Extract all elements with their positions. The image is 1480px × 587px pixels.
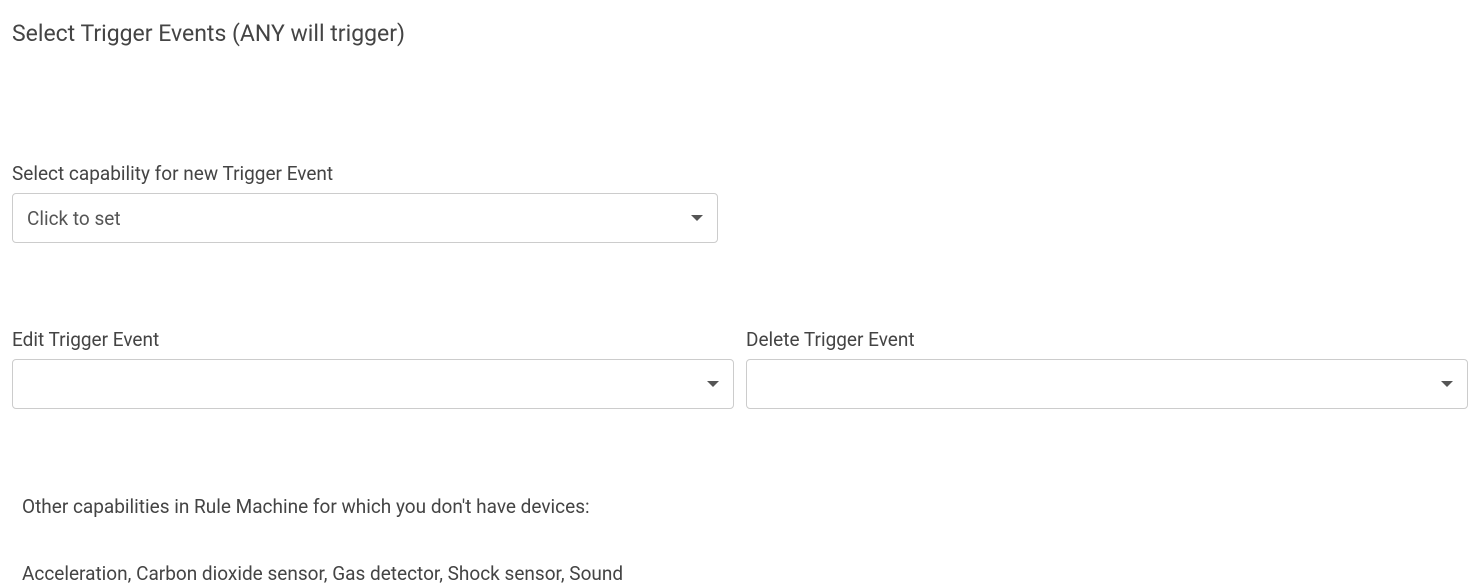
caret-down-icon [1441,381,1453,387]
other-capabilities-heading: Other capabilities in Rule Machine for w… [22,494,1468,521]
caret-down-icon [691,215,703,221]
edit-trigger-select[interactable] [12,359,734,409]
capability-select-label: Select capability for new Trigger Event [12,162,1468,185]
delete-trigger-label: Delete Trigger Event [746,328,1468,351]
capability-select[interactable]: Click to set [12,193,718,243]
page-title: Select Trigger Events (ANY will trigger) [12,20,1468,47]
edit-trigger-label: Edit Trigger Event [12,328,734,351]
delete-trigger-select[interactable] [746,359,1468,409]
capability-select-value: Click to set [27,207,691,230]
caret-down-icon [707,381,719,387]
